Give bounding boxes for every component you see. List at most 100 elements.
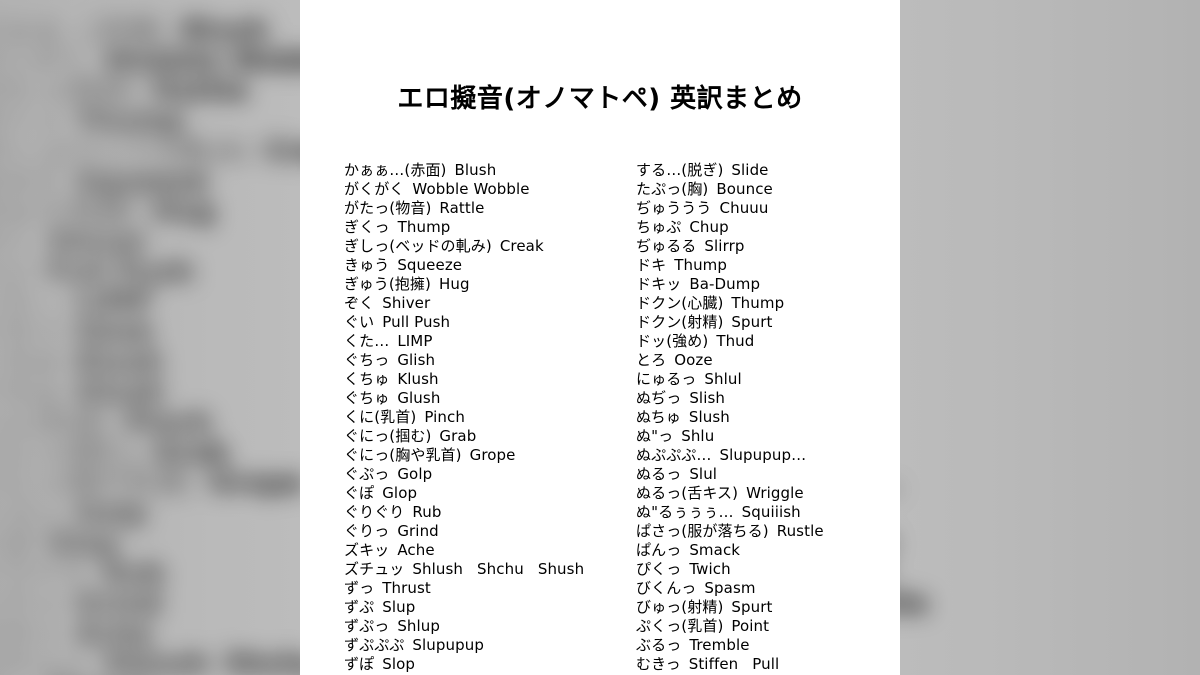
entry-japanese: がたっ(物音) <box>0 75 139 108</box>
entry-english: Slupupup… <box>719 446 807 464</box>
entry-english: Blush <box>180 14 269 48</box>
entry-line: ずぷ Slup <box>344 598 636 617</box>
entry-english: Grope <box>469 446 516 464</box>
entry-line: する…(脱ぎ) Slide <box>636 161 900 180</box>
entry-japanese: かぁぁ…(赤面) <box>0 14 167 48</box>
entry-line: くた… LIMP <box>344 332 636 351</box>
entry-english: Thump <box>674 256 728 274</box>
entry-english: Thrust <box>382 579 431 597</box>
entry-japanese: ドキ <box>636 256 667 274</box>
entry-japanese: かぁぁ…(赤面) <box>344 161 447 179</box>
entry-japanese: ぷくっ(乳首) <box>636 617 724 635</box>
entry-line: ドクン(心臓) Thump <box>636 294 900 313</box>
entry-english: Shlul <box>704 370 742 388</box>
entry-english: Blush <box>454 161 497 179</box>
entry-english: Chuuu <box>719 199 769 217</box>
entry-japanese: ぎしっ(ベッドの軋み) <box>0 135 251 168</box>
entry-japanese: ぬ"っ <box>636 427 674 445</box>
entry-japanese: ぎゅう(抱擁) <box>344 275 431 293</box>
entry-english: Shlup <box>397 617 441 635</box>
entry-line: にゅるっ Shlul <box>636 370 900 389</box>
entry-japanese: ぎゅう(抱擁) <box>0 195 138 228</box>
entry-japanese: ぎしっ(ベッドの軋み) <box>344 237 492 255</box>
entry-line: ぐりぐり Rub <box>344 503 636 522</box>
entry-japanese: ぶるっ <box>636 636 682 654</box>
entry-line: ぐりっ Grind <box>344 522 636 541</box>
entry-japanese: たぷっ(胸) <box>636 180 709 198</box>
entry-japanese: ズキッ <box>0 617 61 651</box>
entry-japanese: くちゅ <box>0 346 61 379</box>
entry-line: ぞく Shiver <box>344 294 636 313</box>
entry-english: Pull Push <box>46 256 194 289</box>
entry-japanese: ドクン(射精) <box>636 313 724 331</box>
entry-english: Pinch <box>424 408 465 426</box>
entry-english: Bounce <box>716 180 773 198</box>
entry-english: Shiver <box>382 294 431 312</box>
entry-line: ぢゅるる Slirrp <box>636 237 900 256</box>
page-title: エロ擬音(オノマトペ) 英訳まとめ <box>397 84 803 114</box>
entry-japanese: ぬぷぷぷ… <box>636 446 712 464</box>
entry-english: Shush <box>537 560 585 578</box>
entry-line: ぴくっ Twich <box>636 560 900 579</box>
entry-english: Wriggle <box>746 484 804 502</box>
entry-line: ぐちっ Glish <box>344 351 636 370</box>
entry-line: ぎくっ Thump <box>344 218 636 237</box>
entry-japanese: くに(乳首) <box>344 408 417 426</box>
entry-line: びゅっ(射精) Spurt <box>636 598 900 617</box>
entry-english: Glish <box>397 351 436 369</box>
entry-japanese: ドクン(心臓) <box>636 294 724 312</box>
entry-column-right: する…(脱ぎ) Slide たぷっ(胸) Bounce ぢゅううう Chuuu ちゅぷ Chu… <box>636 161 900 675</box>
entry-english: Pinch <box>124 406 212 440</box>
entry-japanese: ぐちっ <box>344 351 390 369</box>
entry-japanese: ぐい <box>344 313 375 331</box>
entry-english: Glush <box>397 389 441 407</box>
entry-japanese: ぐぽ <box>0 527 33 560</box>
entry-japanese: ぐちゅ <box>344 389 390 407</box>
entry-line: ぐぷっ Golp <box>344 465 636 484</box>
entry-line: くに(乳首) Pinch <box>344 408 636 427</box>
entry-japanese: にゅるっ <box>636 370 697 388</box>
entry-english: Rustle <box>776 522 824 540</box>
entry-english: Thump <box>75 105 184 138</box>
entry-english: Ba-Dump <box>689 275 761 293</box>
entry-japanese: ぬちゅ <box>636 408 681 426</box>
entry-line: ぬぢっ Slish <box>636 389 900 408</box>
entry-line: ズキッ Ache <box>344 541 636 560</box>
entry-japanese: くた… <box>0 286 61 319</box>
entry-line: ぱさっ(服が落ちる) Rustle <box>636 522 900 541</box>
entry-english: LIMP <box>397 332 433 350</box>
entry-japanese: くに(乳首) <box>0 406 111 440</box>
entry-japanese: ぞく <box>344 294 375 312</box>
entry-japanese: ぐりぐり <box>344 503 405 521</box>
entry-english: Stiffen <box>688 655 739 673</box>
entry-line: ちゅぷ Chup <box>636 218 900 237</box>
entry-japanese: ぐりぐり <box>0 557 89 590</box>
entry-english: Shiver <box>46 225 148 259</box>
entry-english: Hug <box>438 275 470 293</box>
entry-japanese: ぐちゅ <box>0 376 61 409</box>
entry-english: Thud <box>716 332 755 350</box>
entry-english: Creak <box>499 237 544 255</box>
entry-line: ドキ Thump <box>636 256 900 275</box>
entry-english: Squeeze <box>397 256 463 274</box>
entry-line: ぬるっ(舌キス) Wriggle <box>636 484 900 503</box>
entry-english: Twich <box>689 560 731 578</box>
entry-japanese: びゅっ(射精) <box>636 598 724 616</box>
entry-line: ぷくっ(乳首) Point <box>636 617 900 636</box>
entry-english: Slop <box>382 655 415 673</box>
entry-english: Smack <box>689 541 741 559</box>
entry-english: Slirrp <box>704 237 745 255</box>
entry-english: Shlush <box>412 560 464 578</box>
entry-japanese: ぬるっ <box>636 465 682 483</box>
entry-english: Slup <box>382 598 416 616</box>
entry-japanese: ぬるっ(舌キス) <box>636 484 739 502</box>
entry-english: Golp <box>397 465 433 483</box>
entry-english: Grind <box>397 522 439 540</box>
entry-english: Ache <box>397 541 435 559</box>
entry-japanese: ずぷぷぷ <box>344 636 405 654</box>
entry-japanese: ぐにっ(胸や乳首) <box>344 446 462 464</box>
entry-line: がたっ(物音) Rattle <box>344 199 636 218</box>
entry-line: ぐにっ(胸や乳首) Grope <box>344 446 636 465</box>
entry-english: Rub <box>412 503 442 521</box>
entry-english: Shlu <box>681 427 715 445</box>
